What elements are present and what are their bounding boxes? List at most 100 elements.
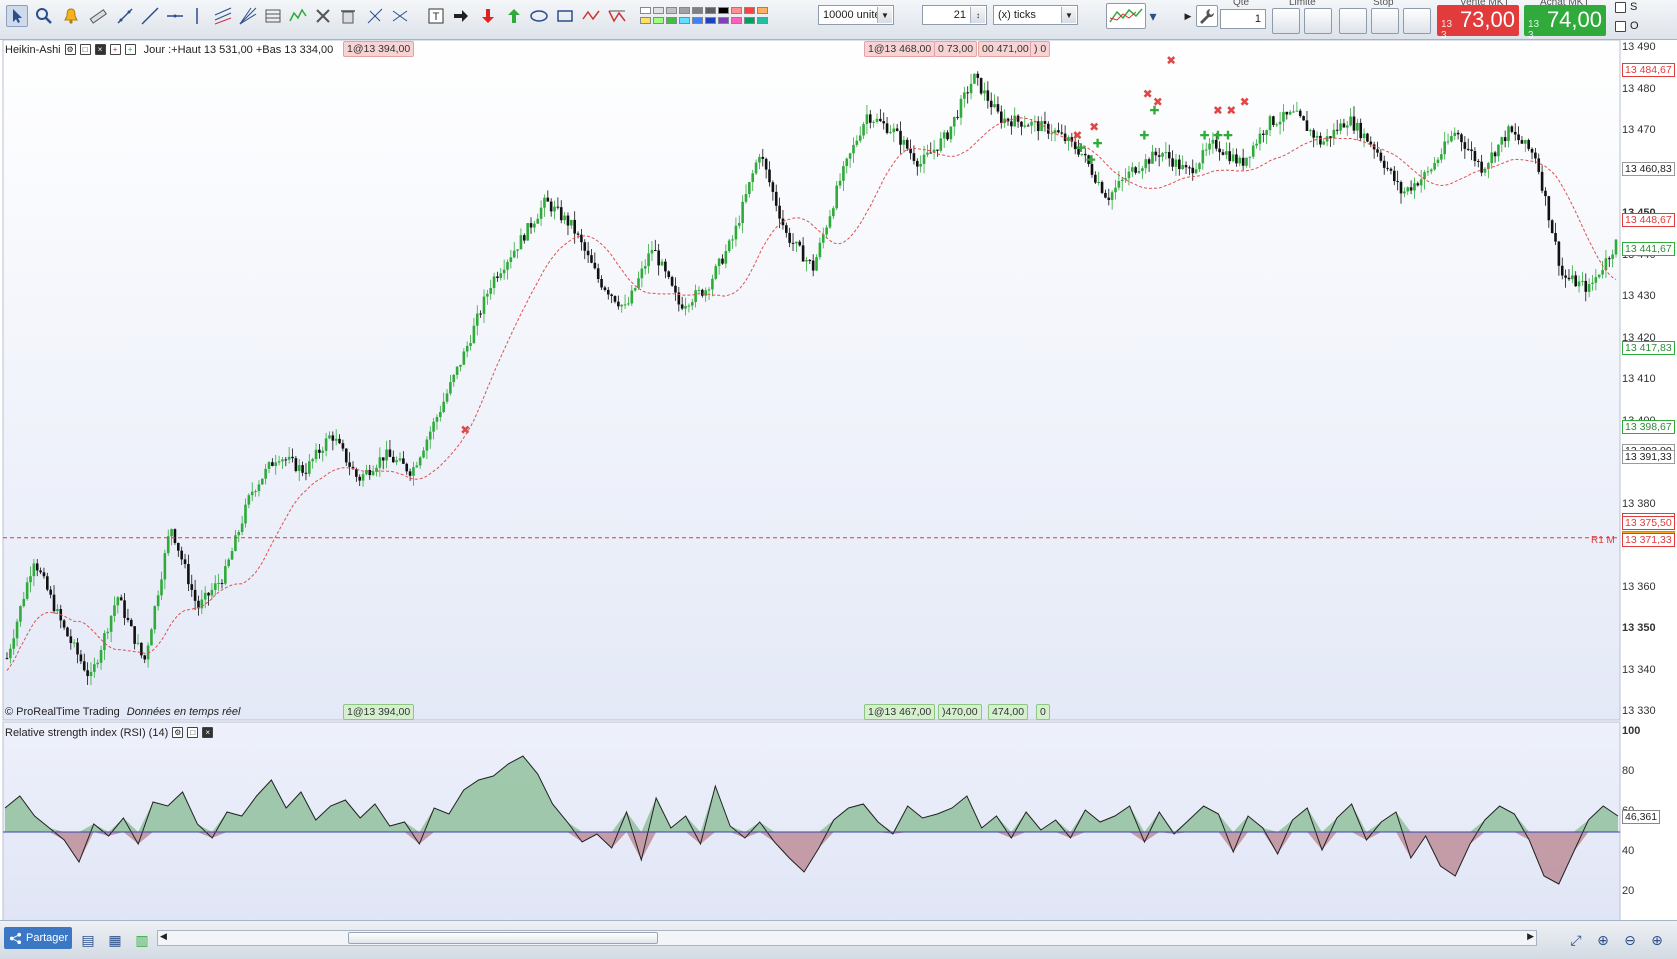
tools-icon[interactable]: [312, 5, 334, 27]
rectangle-tool-icon[interactable]: [554, 5, 576, 27]
order-tag[interactable]: )470,00: [938, 704, 982, 720]
order-tag[interactable]: 00 471,00: [978, 41, 1033, 57]
ruler-icon[interactable]: [87, 5, 109, 27]
order-tag[interactable]: 1@13 394,00: [343, 704, 415, 720]
color-swatch[interactable]: [744, 7, 755, 14]
stop-buy-button[interactable]: [1339, 8, 1367, 34]
scroll-right-icon[interactable]: ▶: [1527, 931, 1534, 942]
maximize-icon[interactable]: □: [79, 44, 91, 55]
color-swatch[interactable]: [744, 17, 755, 24]
zoom-out-icon[interactable]: ⊖: [1619, 929, 1641, 951]
pattern-tool-icon[interactable]: [606, 5, 628, 27]
color-swatch[interactable]: [640, 17, 651, 24]
line-tool-icon[interactable]: [114, 5, 136, 27]
trash-icon[interactable]: [337, 5, 359, 27]
order-tag[interactable]: 474,00: [988, 704, 1029, 720]
autoscale-icon[interactable]: ⤢: [1565, 929, 1587, 951]
maximize-icon[interactable]: □: [187, 727, 199, 738]
color-swatch[interactable]: [718, 17, 729, 24]
crossed-lines-icon[interactable]: [389, 5, 411, 27]
close-icon[interactable]: ×: [202, 727, 214, 738]
wrench-icon[interactable]: ⚙: [172, 727, 184, 738]
horizontal-line-icon[interactable]: [164, 5, 186, 27]
chart-style-button[interactable]: [1106, 3, 1146, 29]
ticks-count-input[interactable]: 21 ↕: [922, 5, 987, 25]
wave-tool-icon[interactable]: [287, 5, 309, 27]
channel-tool-icon[interactable]: [212, 5, 234, 27]
s-checkbox[interactable]: [1615, 1, 1626, 13]
limit-sell-button[interactable]: [1304, 8, 1332, 34]
color-swatch[interactable]: [666, 7, 677, 14]
chart-area[interactable]: ✖ ✖ ✖ ✖ ✖ ✖ ✖ ✖ ✖ ✚ ✚ ✚ ✚ ✚ ✚ ✚ ✚ Heikin-Ashi ⚙ □ × + + …: [0, 40, 1677, 958]
quantity-input[interactable]: 1: [1220, 9, 1266, 29]
ray-tool-icon[interactable]: [139, 5, 161, 27]
scrollbar-thumb[interactable]: [348, 932, 658, 944]
cross-lines-icon[interactable]: [364, 5, 386, 27]
order-tag[interactable]: 1@13 468,00: [864, 41, 936, 57]
color-swatch[interactable]: [666, 17, 677, 24]
spinner-icon[interactable]: ↕: [970, 7, 985, 23]
arrow-right-icon[interactable]: [450, 5, 472, 27]
zoom-icon[interactable]: [33, 5, 55, 27]
color-swatch[interactable]: [757, 7, 768, 14]
fibonacci-icon[interactable]: [262, 5, 284, 27]
red-marker-icon[interactable]: +: [109, 44, 121, 55]
order-tag[interactable]: 1@13 467,00: [864, 704, 936, 720]
order-tag[interactable]: 1@13 394,00: [343, 41, 415, 57]
share-button[interactable]: Partager: [4, 927, 72, 949]
green-marker-icon[interactable]: +: [124, 44, 136, 55]
stop-sell-button[interactable]: [1371, 8, 1399, 34]
zoom-in-icon[interactable]: ⊕: [1646, 929, 1668, 951]
objects-list-icon[interactable]: ▤: [77, 929, 99, 951]
s-option[interactable]: S: [1615, 1, 1637, 13]
color-swatch[interactable]: [731, 17, 742, 24]
color-swatch[interactable]: [640, 7, 651, 14]
limit-buy-button[interactable]: [1272, 8, 1300, 34]
color-swatch[interactable]: [679, 17, 690, 24]
close-icon[interactable]: ×: [94, 44, 106, 55]
rsi-title[interactable]: Relative strength index (RSI) (14): [5, 727, 168, 739]
stop-limit-button[interactable]: [1403, 8, 1431, 34]
fan-tool-icon[interactable]: [237, 5, 259, 27]
arrow-up-icon[interactable]: [503, 5, 525, 27]
ellipse-tool-icon[interactable]: [528, 5, 550, 27]
ticks-unit-select[interactable]: (x) ticks ▼: [993, 5, 1078, 25]
text-tool-icon[interactable]: T: [425, 5, 447, 27]
color-swatch[interactable]: [705, 17, 716, 24]
candle-body: [213, 583, 217, 590]
chart-canvas[interactable]: ✖✖✖✖✖✖✖ ✖✖✚ ✚✚✚✚ ✚ ✚✚: [0, 40, 1677, 920]
color-swatch[interactable]: [757, 17, 768, 24]
chevron-right-icon[interactable]: ▶: [1183, 5, 1193, 27]
vertical-line-icon[interactable]: [186, 5, 208, 27]
zigzag-tool-icon[interactable]: [580, 5, 602, 27]
o-checkbox[interactable]: [1615, 20, 1626, 32]
chart-type-label[interactable]: Heikin-Ashi: [5, 44, 61, 56]
time-scrollbar[interactable]: ◀ ▶: [157, 930, 1537, 946]
color-swatch[interactable]: [653, 17, 664, 24]
color-swatch[interactable]: [653, 7, 664, 14]
pointer-tool-icon[interactable]: [6, 5, 28, 27]
zoom-fit-icon[interactable]: ⊕: [1592, 929, 1614, 951]
color-swatch[interactable]: [718, 7, 729, 14]
color-swatch[interactable]: [705, 7, 716, 14]
chevron-down-icon[interactable]: ▾: [1147, 5, 1159, 27]
units-select[interactable]: 10000 unités ▼: [818, 5, 894, 25]
color-swatch[interactable]: [679, 7, 690, 14]
notes-icon[interactable]: ▦: [104, 929, 126, 951]
color-swatch[interactable]: [692, 17, 703, 24]
color-palette[interactable]: [640, 5, 780, 29]
color-swatch[interactable]: [731, 7, 742, 14]
sell-market-button[interactable]: 13 3 73,00: [1437, 5, 1519, 41]
wrench-icon[interactable]: ⚙: [64, 44, 76, 55]
wrench-icon[interactable]: [1196, 5, 1218, 27]
o-option[interactable]: O: [1615, 20, 1639, 32]
color-swatch[interactable]: [692, 7, 703, 14]
scroll-left-icon[interactable]: ◀: [160, 931, 167, 942]
order-tag[interactable]: 0: [1036, 704, 1050, 720]
alert-bell-icon[interactable]: [60, 5, 82, 27]
layout-icon[interactable]: ▥: [131, 929, 153, 951]
buy-market-button[interactable]: 13 3 74,00: [1524, 5, 1606, 41]
order-tag[interactable]: 0 73,00: [934, 41, 978, 57]
order-tag[interactable]: ) 0: [1030, 41, 1051, 57]
arrow-down-icon[interactable]: [477, 5, 499, 27]
